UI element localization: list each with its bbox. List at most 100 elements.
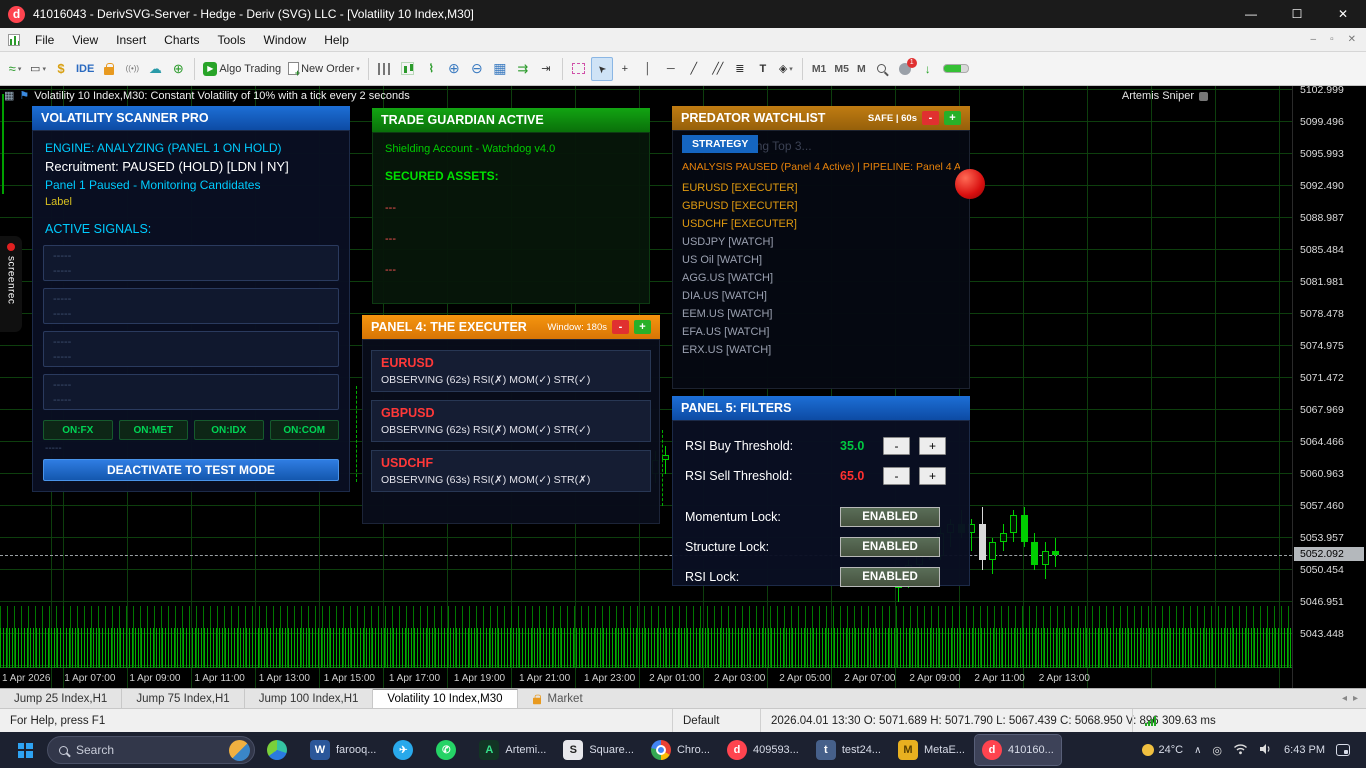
minimize-button[interactable]: — xyxy=(1228,0,1274,28)
chart-tab[interactable]: Volatility 10 Index,M30 xyxy=(373,689,517,708)
community-tool[interactable]: ⊕ xyxy=(167,57,189,81)
weather-status[interactable]: 24°C xyxy=(1142,744,1184,756)
taskbar-app[interactable]: M MetaE... xyxy=(891,735,972,765)
menu-item[interactable]: Tools xyxy=(209,28,255,51)
child-close-button[interactable]: ✕ xyxy=(1348,34,1356,45)
cloud-tool[interactable]: ☁ xyxy=(144,57,166,81)
screenrec-widget[interactable]: screenrec xyxy=(0,236,22,332)
tab-scroll-left-button[interactable]: ◂ xyxy=(1342,693,1347,704)
market-toggle-button[interactable]: ON:FX xyxy=(43,420,113,440)
rsi-sell-increase-button[interactable]: + xyxy=(919,467,946,485)
fibonacci-tool[interactable]: ≣ xyxy=(729,57,751,81)
deactivate-test-mode-button[interactable]: DEACTIVATE TO TEST MODE xyxy=(43,459,339,481)
watchlist-decrease-button[interactable]: - xyxy=(922,111,939,125)
search-tool[interactable] xyxy=(871,57,893,81)
chart-tab[interactable]: Jump 75 Index,H1 xyxy=(122,689,244,708)
horizontal-line-tool[interactable]: ─ xyxy=(660,57,682,81)
bar-chart-type-button[interactable] xyxy=(374,57,396,81)
lock-toggle-button[interactable]: ENABLED xyxy=(840,537,940,557)
taskbar-app[interactable]: S Square... xyxy=(556,735,641,765)
crosshair-tool[interactable]: + xyxy=(614,57,636,81)
chart-tab[interactable]: Jump 100 Index,H1 xyxy=(245,689,374,708)
lock-toggle-button[interactable]: ENABLED xyxy=(840,507,940,527)
menu-item[interactable]: File xyxy=(26,28,63,51)
lock-toggle-button[interactable]: ENABLED xyxy=(840,567,940,587)
tray-overflow-chevron[interactable]: ∧ xyxy=(1194,745,1201,756)
search-input[interactable]: Search xyxy=(47,736,255,764)
profile-selector[interactable]: Default xyxy=(672,709,760,732)
notification-center-icon[interactable] xyxy=(1336,744,1350,756)
strategy-button[interactable]: STRATEGY xyxy=(682,135,758,153)
notifications-button[interactable]: 1 xyxy=(894,57,916,81)
menu-item[interactable]: Insert xyxy=(107,28,155,51)
window-template-tool[interactable]: ▭▾ xyxy=(27,57,49,81)
market-watch-tool[interactable]: $ xyxy=(50,57,72,81)
channel-tool[interactable]: ╱╱ xyxy=(706,57,728,81)
connection-status[interactable]: 309.63 ms xyxy=(1132,709,1262,732)
taskbar-app[interactable]: ✆ xyxy=(429,735,469,765)
rsi-sell-decrease-button[interactable]: - xyxy=(883,467,910,485)
taskbar-app[interactable]: d 409593... xyxy=(720,735,806,765)
market-tab[interactable]: Market xyxy=(532,693,583,705)
executer-decrease-button[interactable]: - xyxy=(612,320,629,334)
ide-button[interactable]: IDE xyxy=(73,57,97,81)
tab-scroll-right-button[interactable]: ▸ xyxy=(1353,693,1358,704)
child-minimize-button[interactable]: – xyxy=(1311,34,1317,45)
timeframe-button[interactable]: M1 xyxy=(808,63,831,75)
timeframe-button[interactable]: M5 xyxy=(830,63,853,75)
line-style-tool[interactable]: ≈▾ xyxy=(4,57,26,81)
candle-chart-type-button[interactable] xyxy=(397,57,419,81)
start-button[interactable] xyxy=(8,735,42,765)
market-toggle-button[interactable]: ON:IDX xyxy=(194,420,264,440)
download-button[interactable]: ↓ xyxy=(917,57,939,81)
taskbar-app[interactable]: d 410160... xyxy=(975,735,1061,765)
market-toggle-button[interactable]: ON:COM xyxy=(270,420,340,440)
chart-tab[interactable]: Jump 25 Index,H1 xyxy=(0,689,122,708)
child-window-controls: – ▫ ✕ xyxy=(1311,34,1366,45)
zoom-out-button[interactable]: ⊖ xyxy=(466,57,488,81)
new-order-button[interactable]: New Order▾ xyxy=(285,57,363,81)
taskbar-app[interactable]: W farooq... xyxy=(303,735,383,765)
child-restore-button[interactable]: ▫ xyxy=(1330,34,1334,45)
executer-increase-button[interactable]: + xyxy=(634,320,651,334)
cloud-icon: ☁ xyxy=(149,61,162,77)
lock-tool[interactable] xyxy=(98,57,120,81)
menu-item[interactable]: Help xyxy=(315,28,358,51)
price-scale[interactable]: 5102.9995099.4965095.9935092.4905088.987… xyxy=(1292,86,1366,688)
select-region-tool[interactable] xyxy=(568,57,590,81)
timeframe-button[interactable]: M xyxy=(853,63,870,75)
taskbar-app[interactable] xyxy=(260,735,300,765)
auto-scroll-button[interactable]: ⇉ xyxy=(512,57,534,81)
vertical-line-tool[interactable]: │ xyxy=(637,57,659,81)
menu-item[interactable]: Window xyxy=(255,28,316,51)
taskbar-app[interactable]: t test24... xyxy=(809,735,888,765)
watchlist-item: ERX.US [WATCH] xyxy=(682,341,960,359)
volume-icon[interactable] xyxy=(1259,743,1273,758)
taskbar-app[interactable]: Chro... xyxy=(644,735,717,765)
maximize-button[interactable]: ☐ xyxy=(1274,0,1320,28)
menu-item[interactable]: View xyxy=(63,28,107,51)
shapes-tool[interactable]: ◈▾ xyxy=(775,57,797,81)
rsi-buy-increase-button[interactable]: + xyxy=(919,437,946,455)
line-chart-type-button[interactable]: ⌇ xyxy=(420,57,442,81)
text-tool[interactable]: T xyxy=(752,57,774,81)
close-button[interactable]: ✕ xyxy=(1320,0,1366,28)
lock-label: RSI Lock: xyxy=(685,570,831,584)
menu-item[interactable]: Charts xyxy=(155,28,208,51)
location-icon[interactable]: ◎ xyxy=(1212,744,1222,757)
signal-slot: ----- ----- xyxy=(43,374,339,410)
taskbar-app[interactable]: ✈ xyxy=(386,735,426,765)
zoom-in-button[interactable]: ⊕ xyxy=(443,57,465,81)
signal-tool[interactable]: ((•)) xyxy=(121,57,143,81)
watchlist-increase-button[interactable]: + xyxy=(944,111,961,125)
tile-windows-button[interactable]: ▦ xyxy=(489,57,511,81)
cursor-tool[interactable]: ➤ xyxy=(591,57,613,81)
wifi-icon[interactable] xyxy=(1233,743,1248,758)
taskbar-app[interactable]: A Artemi... xyxy=(472,735,553,765)
clock-label[interactable]: 6:43 PM xyxy=(1284,744,1325,756)
algo-trading-toggle[interactable]: ▶Algo Trading xyxy=(200,57,284,81)
rsi-buy-decrease-button[interactable]: - xyxy=(883,437,910,455)
chart-shift-button[interactable]: ⇥ xyxy=(535,57,557,81)
trendline-tool[interactable]: ╱ xyxy=(683,57,705,81)
market-toggle-button[interactable]: ON:MET xyxy=(119,420,189,440)
